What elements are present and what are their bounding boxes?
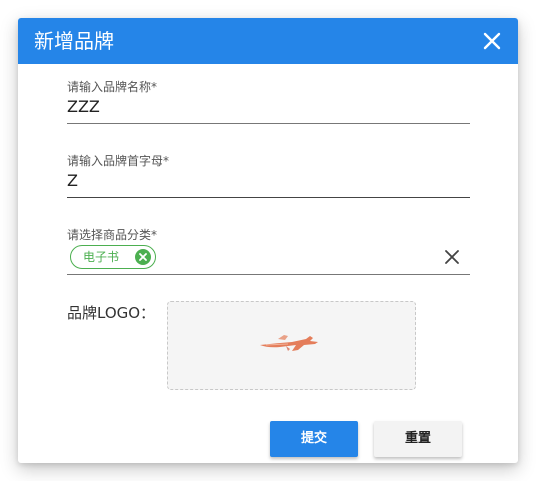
clear-category-button[interactable] <box>443 248 461 266</box>
logo-label: 品牌LOGO： <box>67 304 156 322</box>
add-brand-dialog: 新增品牌 请输入品牌名称* ZZZ 请输入品牌首字母* Z 请选择商品分类* 电… <box>18 18 518 463</box>
close-icon <box>483 32 501 50</box>
category-chip[interactable]: 电子书 <box>70 245 156 269</box>
close-button[interactable] <box>480 29 504 53</box>
close-icon <box>445 250 459 264</box>
logo-upload-area[interactable] <box>167 301 416 390</box>
airplane-logo-icon <box>260 335 318 351</box>
brand-initial-field[interactable]: 请输入品牌首字母* Z <box>67 154 470 198</box>
category-label: 请选择商品分类* <box>67 228 158 242</box>
brand-name-input[interactable]: ZZZ <box>67 97 100 117</box>
brand-initial-underline <box>67 197 470 198</box>
dialog-title: 新增品牌 <box>34 29 114 53</box>
close-circle-icon <box>135 249 151 265</box>
chip-remove-button[interactable] <box>135 249 151 265</box>
brand-name-field[interactable]: 请输入品牌名称* ZZZ <box>67 80 470 124</box>
dialog-header: 新增品牌 <box>18 18 518 64</box>
reset-button[interactable]: 重置 <box>374 421 462 457</box>
brand-name-label: 请输入品牌名称* <box>67 80 158 94</box>
category-select[interactable]: 请选择商品分类* 电子书 <box>67 228 470 276</box>
submit-button[interactable]: 提交 <box>270 421 358 457</box>
category-chip-label: 电子书 <box>83 250 120 264</box>
category-underline <box>67 274 470 275</box>
brand-name-underline <box>67 123 470 124</box>
brand-initial-input[interactable]: Z <box>67 171 78 191</box>
brand-initial-label: 请输入品牌首字母* <box>67 154 170 168</box>
